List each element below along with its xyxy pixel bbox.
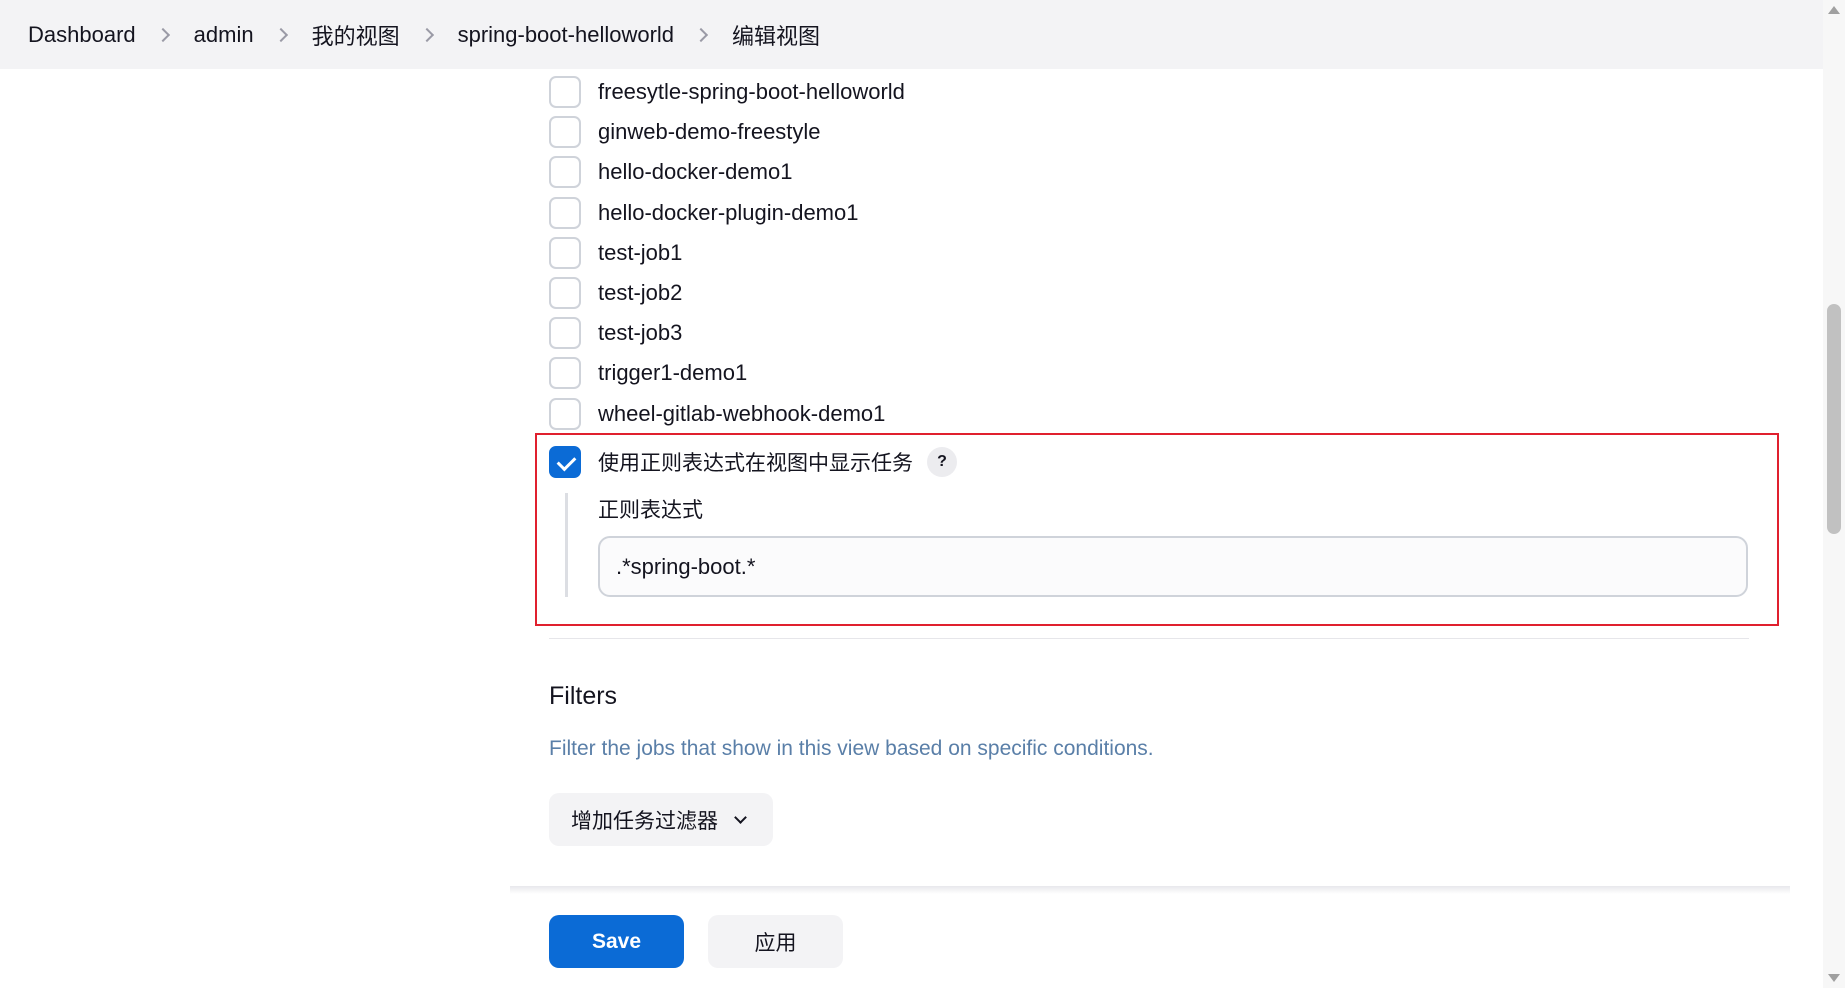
apply-button[interactable]: 应用 [708,915,843,968]
job-label: trigger1-demo1 [598,360,748,386]
chevron-down-icon [734,810,747,824]
job-label: hello-docker-plugin-demo1 [598,199,859,225]
add-job-filter-label: 增加任务过滤器 [571,809,718,833]
job-checklist: freesytle-spring-boot-helloworld ginweb-… [549,72,905,434]
chevron-right-icon [155,27,170,42]
scroll-up-arrow-icon[interactable] [1828,6,1840,14]
job-checkbox[interactable] [549,116,581,149]
list-item[interactable]: hello-docker-plugin-demo1 [549,193,905,233]
scroll-down-arrow-icon[interactable] [1828,974,1840,982]
filters-description: Filter the jobs that show in this view b… [549,737,1154,760]
job-checkbox[interactable] [549,76,581,109]
breadcrumb-edit-view[interactable]: 编辑视图 [732,19,820,51]
job-label: freesytle-spring-boot-helloworld [598,79,905,105]
save-button[interactable]: Save [549,915,684,968]
job-checkbox[interactable] [549,156,581,189]
job-checkbox[interactable] [549,397,581,430]
job-checkbox[interactable] [549,236,581,269]
chevron-right-icon [273,27,288,42]
add-job-filter-button[interactable]: 增加任务过滤器 [549,793,773,846]
job-label: test-job1 [598,239,683,265]
breadcrumb-my-views[interactable]: 我的视图 [312,19,400,51]
list-item[interactable]: wheel-gitlab-webhook-demo1 [549,394,905,434]
list-item[interactable]: trigger1-demo1 [549,353,905,393]
help-icon[interactable]: ? [927,447,957,477]
breadcrumb: Dashboard admin 我的视图 spring-boot-hellowo… [0,0,1823,69]
regex-input[interactable] [598,536,1748,597]
scrollbar[interactable] [1823,0,1845,988]
job-label: test-job3 [598,320,683,346]
job-label: hello-docker-demo1 [598,159,793,185]
scroll-thumb[interactable] [1827,304,1841,534]
job-label: ginweb-demo-freestyle [598,119,821,145]
chevron-right-icon [419,27,434,42]
job-checkbox[interactable] [549,196,581,229]
list-item[interactable]: test-job2 [549,273,905,313]
job-checkbox[interactable] [549,357,581,390]
job-label: wheel-gitlab-webhook-demo1 [598,400,886,426]
breadcrumb-view-name[interactable]: spring-boot-helloworld [458,22,674,48]
filters-heading: Filters [549,682,618,710]
bottom-action-bar [0,894,1823,988]
breadcrumb-admin[interactable]: admin [194,22,254,48]
job-checkbox[interactable] [549,277,581,310]
regex-field-label: 正则表达式 [598,499,703,522]
chevron-right-icon [693,27,709,42]
list-item[interactable]: ginweb-demo-freestyle [549,112,905,152]
breadcrumb-dashboard[interactable]: Dashboard [28,22,136,48]
regex-checkbox-label: 使用正则表达式在视图中显示任务 [598,452,913,475]
list-item[interactable]: test-job3 [549,313,905,353]
job-checkbox[interactable] [549,317,581,350]
nested-section-rule [565,493,568,597]
bottom-bar-shadow [510,886,1790,894]
list-item[interactable]: test-job1 [549,233,905,273]
regex-checkbox[interactable] [549,446,581,478]
job-label: test-job2 [598,280,683,306]
regex-toggle-row[interactable]: 使用正则表达式在视图中显示任务 ? [549,446,957,478]
section-divider [549,638,1749,639]
list-item[interactable]: hello-docker-demo1 [549,152,905,192]
list-item[interactable]: freesytle-spring-boot-helloworld [549,72,905,112]
